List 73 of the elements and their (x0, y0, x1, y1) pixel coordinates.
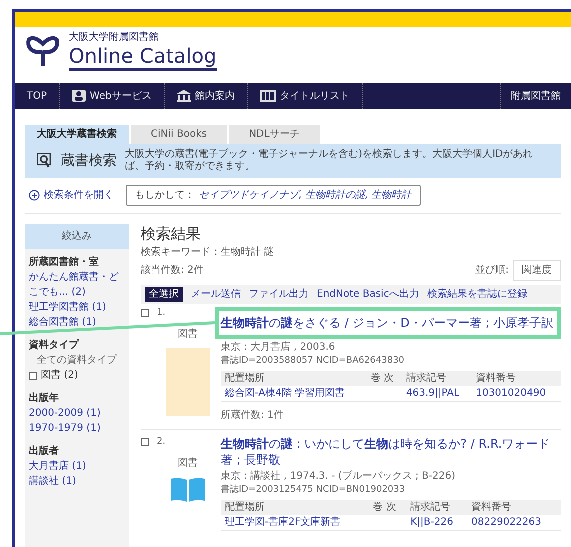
filter-link[interactable]: 1970-1979 (1) (29, 421, 125, 436)
filter-link[interactable]: 大月書店 (1) (29, 459, 125, 474)
filter-heading: 所蔵図書館・室 (29, 255, 100, 270)
search-keyword: 検索キーワード：生物時計 謎 (141, 246, 276, 260)
column-header: 配置場所 (221, 371, 367, 386)
filter-option[interactable]: 全ての資料タイプ (29, 353, 125, 368)
site-title: Online Catalog (69, 44, 217, 70)
toolbar-link[interactable]: EndNote Basicへ出力 (317, 287, 420, 302)
toolbar-link[interactable]: メール送信 (191, 287, 241, 302)
filter-link[interactable]: 理工学図書館 (1) (29, 300, 125, 315)
item-number-link[interactable]: 10301020490 (472, 386, 561, 402)
filter-link[interactable]: かんたん館蔵書・どこでも... (2) (29, 270, 125, 300)
publication-info: 東京 : 講談社 , 1974.3. - (ブルーバックス ; B-226) (221, 470, 456, 484)
ginkgo-logo-icon (25, 34, 61, 68)
sort-select[interactable]: 関連度 (513, 260, 561, 281)
record-ids: 書誌ID=2003588057 NCID=BA62643830 (221, 355, 406, 368)
shelf-icon (260, 90, 276, 102)
result-count: 該当件数: 2件 (141, 264, 204, 278)
nav-item[interactable]: 附属図書館 (500, 83, 571, 109)
building-icon (176, 90, 191, 102)
column-header: 請求記号 (406, 500, 468, 515)
nav-item[interactable]: 館内案内 (164, 83, 248, 109)
column-header: 請求記号 (402, 371, 472, 386)
person-icon (72, 90, 86, 102)
location-link[interactable]: 総合図-A棟4階 学習用図書 (221, 386, 367, 402)
filter-heading: 出版者 (29, 444, 60, 459)
search-tab[interactable]: 大阪大学蔵書検索 (25, 125, 129, 144)
filter-heading: 資料タイプ (29, 338, 80, 353)
suggestion-label: もしかして： (135, 189, 195, 203)
sidebar-title: 絞込み (25, 224, 129, 249)
open-book-icon (170, 476, 206, 502)
filter-link[interactable]: 総合図書館 (1) (29, 315, 125, 330)
sort-label: 並び順: (476, 264, 509, 278)
material-type: 図書 (178, 456, 198, 470)
banner-description: 大阪大学の蔵書(電子ブック・電子ジャーナルを含む)を検索します。大阪大学個人IDがあれば、予約・取寄ができます。 (124, 149, 534, 173)
nav-item[interactable]: TOP (15, 83, 60, 109)
result-title[interactable]: 生物時計の謎をさぐる / ジョン・D・パーマー著 ; 小原孝子訳 (221, 315, 557, 331)
open-conditions-link[interactable]: 検索条件を開く (29, 188, 114, 203)
call-number-link[interactable]: 463.9||PAL (402, 386, 472, 402)
column-header: 巻 次 (366, 371, 402, 386)
result-title[interactable]: 生物時計の謎 : いかにして生物は時を知るか? / R.R.ワォード著 ; 長野敬 (221, 436, 561, 468)
column-header: 資料番号 (468, 500, 561, 515)
result-checkbox[interactable] (141, 309, 149, 317)
search-tab[interactable]: CiNii Books (131, 125, 228, 144)
filter-heading: 出版年 (29, 392, 60, 406)
location-link[interactable]: 理工学図-書庫2F文庫新書 (221, 515, 370, 530)
filter-checkbox[interactable]: 図書 (2) (29, 368, 125, 383)
nav-item[interactable]: タイトルリスト (248, 83, 363, 109)
filter-link[interactable]: 2000-2009 (1) (29, 406, 125, 421)
result-number: 2. (157, 436, 166, 449)
column-header: 資料番号 (472, 371, 561, 386)
filter-link[interactable]: 講談社 (1) (29, 474, 125, 489)
suggestion-link[interactable]: セイブツドケイノナゾ, 生物時計の謎, 生物時計 (199, 188, 412, 203)
nav-item[interactable]: Webサービス (60, 83, 165, 109)
search-tab[interactable]: NDLサーチ (229, 125, 320, 144)
column-header: 巻 次 (369, 500, 407, 515)
result-number: 1. (157, 307, 166, 320)
select-all-button[interactable]: 全選択 (145, 287, 183, 302)
column-header: 配置場所 (221, 500, 370, 515)
toolbar-link[interactable]: 検索結果を書誌に登録 (427, 287, 528, 302)
publication-info: 東京 : 大月書店 , 2003.6 (221, 341, 336, 355)
results-title: 検索結果 (141, 224, 202, 244)
banner-title: 蔵書検索 (60, 152, 117, 170)
call-number-link[interactable]: K||B-226 (406, 515, 468, 530)
cover-placeholder (166, 348, 210, 416)
material-type: 図書 (178, 328, 198, 342)
holding-count: 所蔵件数: 1件 (221, 408, 285, 423)
plus-circle-icon (29, 190, 40, 201)
item-number-link[interactable]: 08229022263 (468, 515, 561, 530)
library-name: 大阪大学附属図書館 (69, 32, 160, 44)
record-ids: 書誌ID=2003125475 NCID=BN01902033 (221, 484, 406, 497)
result-checkbox[interactable] (141, 438, 149, 446)
toolbar-link[interactable]: ファイル出力 (249, 287, 309, 302)
